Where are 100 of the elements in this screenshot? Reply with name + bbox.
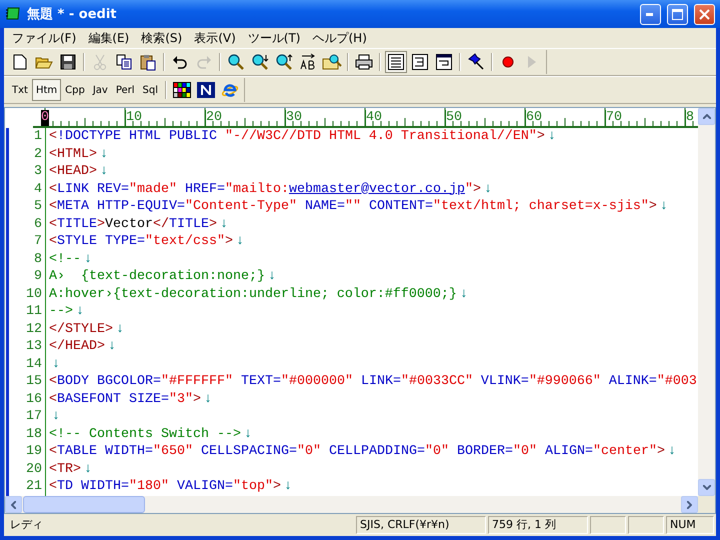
line-number: 1 bbox=[33, 128, 43, 146]
close-icon bbox=[699, 8, 710, 20]
code-line: <BODY BGCOLOR="#FFFFFF" TEXT="#000000" LINK="#0033CC" VLINK="#990066" ALINK="#003 bbox=[49, 373, 697, 390]
window-title: 無題 * - oedit bbox=[27, 6, 118, 23]
horizontal-scrollbar[interactable] bbox=[5, 496, 715, 513]
replace-icon bbox=[299, 53, 317, 71]
code-line: A› {text-decoration:none;} ↓ bbox=[49, 268, 276, 286]
status-pane bbox=[628, 516, 664, 534]
menu-item[interactable]: ファイル(F) bbox=[6, 28, 82, 48]
toolbar-button[interactable] bbox=[409, 51, 431, 73]
line-number: 19 bbox=[25, 443, 43, 460]
line-number: 11 bbox=[25, 303, 43, 320]
pin-icon bbox=[467, 53, 485, 71]
mode-button[interactable]: Txt bbox=[8, 79, 32, 101]
ruler-number: 60 bbox=[525, 110, 542, 126]
menu-item[interactable]: 検索(S) bbox=[135, 28, 188, 48]
code-line: ↓ bbox=[51, 408, 60, 426]
caret-icon bbox=[702, 114, 710, 119]
scroll-right-button[interactable] bbox=[681, 496, 698, 513]
code-line: ↓ bbox=[51, 356, 60, 373]
save-icon bbox=[60, 54, 76, 70]
scissors-icon bbox=[93, 54, 107, 70]
ruler-number: 10 bbox=[125, 110, 142, 126]
line-number: 2 bbox=[33, 146, 43, 163]
printer-icon bbox=[355, 54, 373, 70]
code-line: <TD WIDTH="180" VALIGN="top"> ↓ bbox=[49, 478, 292, 496]
line-number: 5 bbox=[33, 198, 43, 216]
ruler-number: 20 bbox=[205, 110, 222, 126]
search-down-icon bbox=[251, 53, 269, 71]
wrap-icon bbox=[412, 54, 428, 70]
line-number: 8 bbox=[33, 250, 43, 268]
close-button[interactable] bbox=[694, 4, 715, 24]
code-line: <!DOCTYPE HTML PUBLIC "-//W3C//DTD HTML 4.0 Transitional//EN"> ↓ bbox=[49, 128, 556, 146]
menu-item[interactable]: ヘルプ(H) bbox=[306, 28, 373, 48]
redo-icon bbox=[196, 55, 212, 69]
line-number: 4 bbox=[33, 180, 43, 198]
minimize-icon bbox=[646, 12, 655, 16]
code-line: <LINK REV="made" HREF="mailto:webmaster@vector.co.jp"> ↓ bbox=[49, 180, 492, 198]
code-line: <!-- Contents Switch --> ↓ bbox=[49, 426, 252, 443]
play-icon bbox=[528, 56, 536, 68]
line-number: 7 bbox=[33, 233, 43, 250]
ruler-number: 70 bbox=[605, 110, 622, 126]
toolbar-button[interactable] bbox=[171, 79, 194, 101]
menu-item[interactable]: 表示(V) bbox=[188, 28, 242, 48]
mode-button[interactable]: Cpp bbox=[61, 79, 89, 101]
code-line: <TR> ↓ bbox=[49, 460, 92, 478]
ruler-number: 8 bbox=[685, 110, 694, 126]
line-number: 16 bbox=[25, 390, 43, 408]
folder-search-icon bbox=[322, 53, 342, 71]
code-line: </STYLE> ↓ bbox=[49, 320, 124, 338]
n-letter-icon bbox=[197, 82, 216, 98]
caret-icon bbox=[11, 500, 16, 508]
cursor-column: 0 bbox=[41, 110, 49, 126]
code-line: <TITLE>Vector</TITLE> ↓ bbox=[49, 216, 228, 233]
scroll-left-button[interactable] bbox=[5, 496, 22, 513]
line-number: 21 bbox=[25, 478, 43, 496]
line-number: 9 bbox=[33, 268, 43, 286]
code-line: <TABLE WIDTH="650" CELLSPACING="0" CELLPADDING="0" BORDER="0" ALIGN="center"> ↓ bbox=[49, 443, 676, 460]
vertical-scrollbar[interactable] bbox=[698, 108, 715, 496]
mode-button[interactable]: Sql bbox=[138, 79, 162, 101]
menu-item[interactable]: 編集(E) bbox=[82, 28, 136, 48]
line-number: 3 bbox=[33, 163, 43, 180]
ruler-number: 30 bbox=[285, 110, 302, 126]
new-file-icon bbox=[13, 54, 27, 70]
maximize-button[interactable] bbox=[667, 4, 688, 24]
status-text: SJIS, CRLF(¥r¥n) bbox=[356, 516, 486, 534]
copy-icon bbox=[116, 54, 132, 70]
mode-button[interactable]: Htm bbox=[32, 79, 62, 101]
ruler-number: 50 bbox=[445, 110, 462, 126]
status-pane bbox=[590, 516, 626, 534]
code-line: A:hover›{text-decoration:underline; color:#ff0000;} ↓ bbox=[49, 286, 468, 303]
toolbar-button[interactable] bbox=[385, 51, 407, 73]
status-text: 759 行, 1 列 bbox=[488, 516, 588, 534]
scroll-thumb[interactable] bbox=[23, 496, 145, 513]
caret-icon bbox=[702, 485, 710, 490]
line-number: 17 bbox=[25, 408, 43, 426]
scroll-up-button[interactable] bbox=[698, 108, 715, 125]
record-icon bbox=[502, 56, 514, 68]
search-up-icon bbox=[275, 53, 293, 71]
notebook-icon bbox=[5, 6, 21, 22]
caret-icon bbox=[687, 500, 692, 508]
status-text: レディ bbox=[9, 517, 44, 533]
line-number: 18 bbox=[25, 426, 43, 443]
scroll-down-button[interactable] bbox=[698, 479, 715, 496]
lines-icon bbox=[388, 54, 404, 70]
line-number: 15 bbox=[25, 373, 43, 390]
globe-e-icon bbox=[221, 81, 240, 99]
code-line: --> ↓ bbox=[49, 303, 84, 320]
mode-button[interactable]: Perl bbox=[112, 79, 139, 101]
toolbar-button[interactable] bbox=[433, 51, 455, 73]
menu-item[interactable]: ツール(T) bbox=[242, 28, 306, 48]
code-line: <STYLE TYPE="text/css"> ↓ bbox=[49, 233, 244, 250]
status-text: NUM bbox=[666, 516, 714, 534]
code-line: <HEAD> ↓ bbox=[49, 163, 108, 180]
email-link[interactable]: webmaster@vector.co.jp bbox=[288, 182, 465, 196]
line-number: 10 bbox=[25, 286, 43, 303]
undo-icon bbox=[172, 55, 188, 69]
toolbar-button[interactable] bbox=[195, 79, 218, 101]
minimize-button[interactable] bbox=[640, 4, 661, 24]
mode-button[interactable]: Jav bbox=[88, 79, 112, 101]
